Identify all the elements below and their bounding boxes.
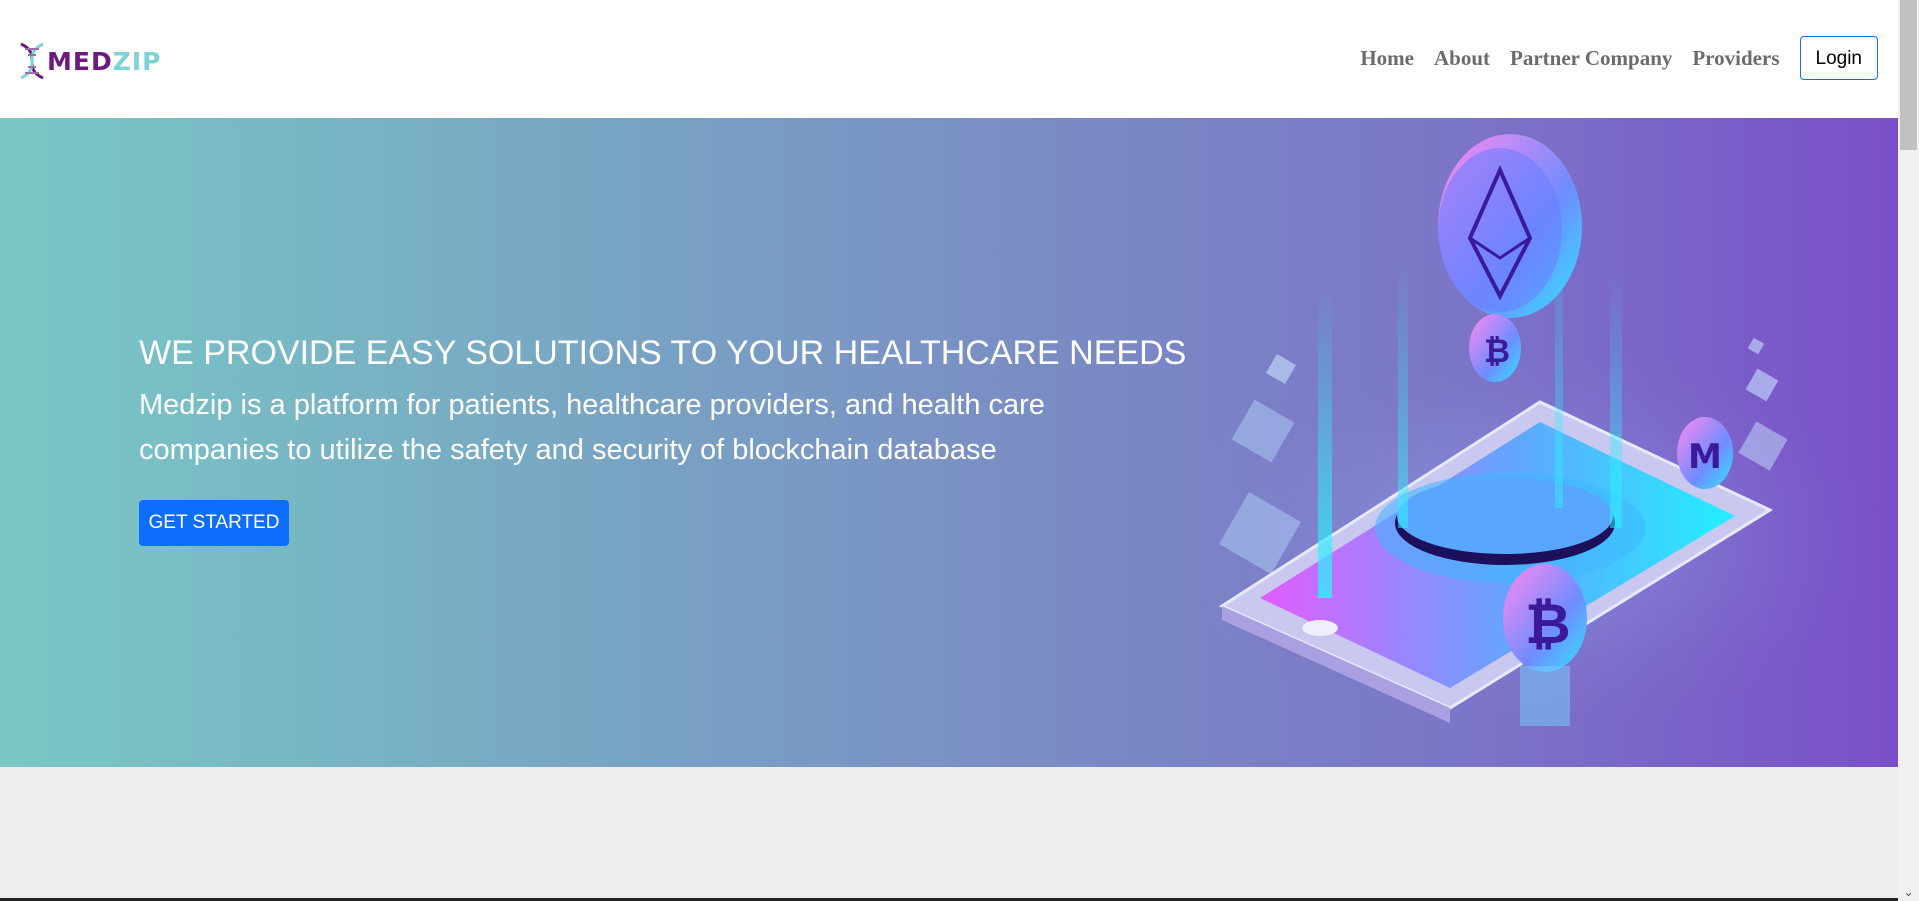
vertical-scrollbar[interactable]: ⌄ [1898, 0, 1919, 901]
nav-providers[interactable]: Providers [1692, 46, 1779, 71]
hero-section: WE PROVIDE EASY SOLUTIONS TO YOUR HEALTH… [0, 118, 1898, 767]
logo-wordmark: MEDZIP [47, 47, 161, 76]
logo-text-med: MED [47, 46, 113, 76]
nav-home[interactable]: Home [1360, 46, 1414, 71]
nav-partner-company[interactable]: Partner Company [1510, 46, 1672, 71]
blockchain-phone-illustration: ₿ ₿ M [1160, 134, 1880, 738]
hero-title: WE PROVIDE EASY SOLUTIONS TO YOUR HEALTH… [139, 334, 1187, 372]
top-navbar: MEDZIP Home About Partner Company Provid… [0, 0, 1898, 118]
get-started-button[interactable]: GET STARTED [139, 500, 289, 546]
svg-text:M: M [1688, 437, 1722, 477]
svg-text:₿: ₿ [1525, 592, 1571, 657]
brand-logo[interactable]: MEDZIP [15, 40, 203, 82]
dna-icon [20, 42, 44, 80]
scrollbar-thumb[interactable] [1900, 0, 1917, 150]
login-button[interactable]: Login [1799, 36, 1878, 80]
logo-text-zip: ZIP [112, 46, 162, 76]
nav-menu: Home About Partner Company Providers Log… [1360, 35, 1878, 81]
scroll-down-arrow-icon[interactable]: ⌄ [1902, 886, 1915, 898]
svg-text:₿: ₿ [1484, 332, 1510, 370]
hero-description: Medzip is a platform for patients, healt… [139, 389, 1045, 466]
nav-about[interactable]: About [1434, 46, 1490, 71]
